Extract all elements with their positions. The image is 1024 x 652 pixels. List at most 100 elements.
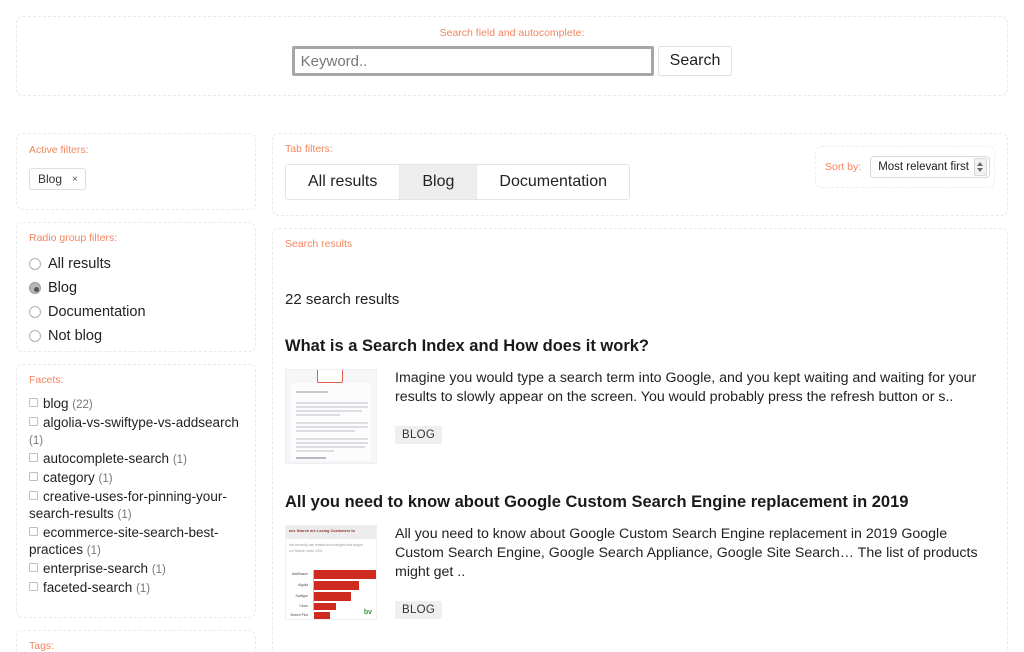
updown-stepper-icon[interactable]	[974, 158, 987, 176]
result-text: All you need to know about Google Custom…	[395, 525, 995, 620]
sort-by-selected-value: Most relevant first	[878, 161, 969, 173]
tab-blog[interactable]: Blog	[400, 165, 477, 199]
thumbnail-chart-subtitle-2: om Search since 2011	[289, 549, 323, 553]
radio-option-all-results[interactable]: All results	[29, 252, 243, 276]
radio-option-label: Documentation	[48, 304, 146, 320]
checkbox-icon[interactable]	[29, 563, 38, 572]
thumbnail-chart-category: Swiftype	[296, 594, 308, 598]
search-input[interactable]	[292, 46, 654, 76]
result-item: All you need to know about Google Custom…	[285, 493, 995, 620]
thumbnail-chart-category: AddSearch	[292, 572, 308, 576]
facet-item-count: (1)	[152, 564, 166, 576]
facet-item-count: (1)	[136, 583, 150, 595]
close-icon[interactable]: ×	[72, 174, 78, 185]
thumbnail-chart-category: Search Plus	[290, 613, 308, 617]
facet-item-ecommerce-site-search-best-practices[interactable]: ecommerce-site-search-best-practices (1)	[29, 524, 243, 560]
radio-option-label: Blog	[48, 280, 77, 296]
thumbnail-chart-logo: bv	[364, 609, 372, 616]
result-title[interactable]: What is a Search Index and How does it w…	[285, 337, 995, 356]
result-item: What is a Search Index and How does it w…	[285, 337, 995, 464]
facet-item-label: ecommerce-site-search-best-practices	[29, 525, 219, 557]
checkbox-icon[interactable]	[29, 491, 38, 500]
facet-item-count: (1)	[173, 454, 187, 466]
facet-item-count: (1)	[99, 473, 113, 485]
facet-item-count: (1)	[87, 545, 101, 557]
checkbox-icon[interactable]	[29, 527, 38, 536]
tags-panel: Tags:	[16, 630, 256, 652]
radio-option-label: Not blog	[48, 328, 102, 344]
tags-label: Tags:	[29, 640, 243, 652]
tab-documentation[interactable]: Documentation	[477, 165, 629, 199]
sort-by-panel: Sort by: Most relevant first	[815, 146, 995, 188]
facet-item-faceted-search[interactable]: faceted-search (1)	[29, 579, 243, 598]
facet-item-count: (22)	[72, 399, 92, 411]
facets-panel: Facets: blog (22) algolia-vs-swiftype-vs…	[16, 364, 256, 618]
radio-group-filters-label: Radio group filters:	[29, 232, 243, 245]
thumbnail-chart-category: Cludo	[299, 604, 308, 608]
facets-label: Facets:	[29, 374, 243, 387]
facets-list: blog (22) algolia-vs-swiftype-vs-addsear…	[29, 395, 243, 598]
result-body: oes Search are Losing Customers to hat c…	[285, 525, 995, 620]
facet-item-algolia-vs-swiftype-vs-addsearch[interactable]: algolia-vs-swiftype-vs-addsearch (1)	[29, 414, 243, 450]
active-filters-label: Active filters:	[29, 144, 243, 157]
checkbox-icon[interactable]	[29, 398, 38, 407]
result-badge[interactable]: BLOG	[395, 426, 442, 444]
radio-option-label: All results	[48, 256, 111, 272]
sort-by-label: Sort by:	[825, 161, 861, 174]
checkbox-icon[interactable]	[29, 417, 38, 426]
radio-option-documentation[interactable]: Documentation	[29, 300, 243, 324]
facet-item-label: blog	[43, 396, 69, 411]
result-text: Imagine you would type a search term int…	[395, 369, 995, 464]
search-panel: Search field and autocomplete: Search	[16, 16, 1008, 96]
facet-item-autocomplete-search[interactable]: autocomplete-search (1)	[29, 450, 243, 469]
facet-item-label: algolia-vs-swiftype-vs-addsearch	[43, 415, 239, 430]
facet-item-count: (1)	[29, 435, 43, 447]
result-badge[interactable]: BLOG	[395, 601, 442, 619]
active-filters-panel: Active filters: Blog ×	[16, 133, 256, 210]
facet-item-label: category	[43, 470, 95, 485]
active-filter-chip-label: Blog	[38, 172, 62, 186]
facet-item-label: faceted-search	[43, 580, 132, 595]
active-filter-chip-blog[interactable]: Blog ×	[29, 168, 86, 190]
radio-group-list: All results Blog Documentation Not blog	[29, 252, 243, 348]
tab-all-results[interactable]: All results	[286, 165, 400, 199]
result-snippet: All you need to know about Google Custom…	[395, 525, 995, 582]
facet-item-category[interactable]: category (1)	[29, 469, 243, 488]
thumbnail-chart-title: oes Search are Losing Customers to	[289, 529, 355, 533]
radio-option-blog[interactable]: Blog	[29, 276, 243, 300]
facet-item-count: (1)	[118, 509, 132, 521]
search-results-page: Search field and autocomplete: Search Ac…	[0, 0, 1024, 652]
tab-filters-panel: Tab filters: All results Blog Documentat…	[272, 133, 1008, 216]
search-results-label: Search results	[285, 238, 995, 251]
bar-chart-thumbnail[interactable]: oes Search are Losing Customers to hat c…	[285, 525, 377, 620]
search-results-panel: Search results 22 search results What is…	[272, 228, 1008, 652]
tab-bar: All results Blog Documentation	[285, 164, 630, 200]
facet-item-blog[interactable]: blog (22)	[29, 395, 243, 414]
checkbox-icon[interactable]	[29, 582, 38, 591]
search-button[interactable]: Search	[658, 46, 733, 76]
radio-icon[interactable]	[29, 258, 41, 270]
facet-item-label: autocomplete-search	[43, 451, 169, 466]
search-row: Search	[17, 46, 1007, 76]
facet-item-enterprise-search[interactable]: enterprise-search (1)	[29, 560, 243, 579]
radio-icon[interactable]	[29, 330, 41, 342]
result-snippet: Imagine you would type a search term int…	[395, 369, 995, 407]
thumbnail-chart-category: Algolia	[298, 583, 308, 587]
bar-chart-thumbnail-graphic: oes Search are Losing Customers to hat c…	[286, 526, 376, 619]
sort-by-select[interactable]: Most relevant first	[870, 156, 990, 178]
result-body: Imagine you would type a search term int…	[285, 369, 995, 464]
results-count: 22 search results	[285, 291, 995, 308]
facet-item-label: enterprise-search	[43, 561, 148, 576]
radio-option-not-blog[interactable]: Not blog	[29, 324, 243, 348]
document-thumbnail-graphic	[286, 370, 376, 463]
radio-group-filters-panel: Radio group filters: All results Blog Do…	[16, 222, 256, 352]
facet-item-creative-uses-for-pinning-your-search-results[interactable]: creative-uses-for-pinning-your-search-re…	[29, 488, 243, 524]
result-title[interactable]: All you need to know about Google Custom…	[285, 493, 995, 512]
search-panel-label: Search field and autocomplete:	[17, 27, 1007, 40]
radio-icon[interactable]	[29, 306, 41, 318]
checkbox-icon[interactable]	[29, 472, 38, 481]
radio-icon-selected[interactable]	[29, 282, 41, 294]
checkbox-icon[interactable]	[29, 453, 38, 462]
thumbnail-chart-subtitle-1: hat currently use related technologies t…	[289, 543, 363, 547]
document-page-thumbnail[interactable]	[285, 369, 377, 464]
